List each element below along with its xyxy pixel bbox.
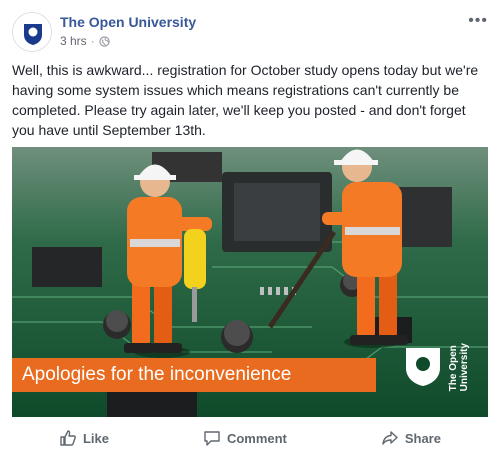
post-image[interactable]: Apologies for the inconvenience The Open… bbox=[12, 147, 488, 417]
globe-icon[interactable] bbox=[99, 35, 110, 47]
thumbs-up-icon bbox=[60, 430, 76, 446]
page-avatar[interactable] bbox=[12, 12, 52, 52]
ou-watermark-logo: The Open University bbox=[404, 343, 470, 391]
comment-button[interactable]: Comment bbox=[203, 429, 287, 447]
page-name-link[interactable]: The Open University bbox=[60, 14, 196, 30]
like-label: Like bbox=[82, 430, 109, 446]
logo-wordmark: The Open University bbox=[448, 343, 470, 391]
ellipsis-icon[interactable]: ••• bbox=[468, 13, 488, 29]
comment-label: Comment bbox=[226, 430, 287, 446]
facebook-post: The Open University 3 hrs · ••• Well, th… bbox=[0, 0, 500, 458]
logo-text-line1: The Open bbox=[448, 345, 459, 392]
share-arrow-icon bbox=[382, 431, 398, 445]
comment-bubble-icon bbox=[204, 431, 220, 446]
share-label: Share bbox=[404, 430, 441, 446]
shield-logo-icon bbox=[406, 348, 440, 387]
share-button[interactable]: Share bbox=[381, 429, 441, 447]
post-actions: Like Comment Share bbox=[12, 420, 488, 456]
open-university-logo-icon bbox=[13, 13, 51, 51]
logo-text-line2: University bbox=[459, 343, 470, 392]
post-text: Well, this is awkward... registration fo… bbox=[12, 62, 479, 138]
meta-separator: · bbox=[90, 34, 95, 48]
post-meta: 3 hrs · bbox=[60, 34, 110, 48]
like-button[interactable]: Like bbox=[59, 429, 109, 447]
post-timestamp[interactable]: 3 hrs bbox=[60, 34, 87, 48]
apology-banner: Apologies for the inconvenience bbox=[12, 358, 376, 392]
